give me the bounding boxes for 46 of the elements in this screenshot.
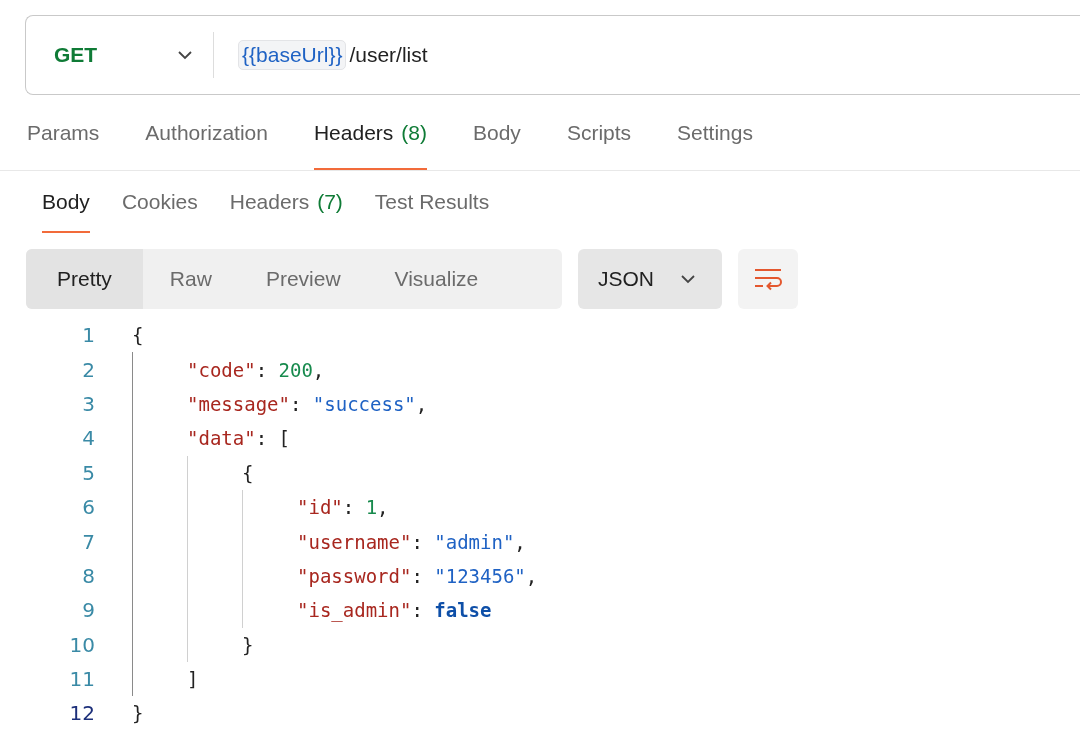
code-line: { xyxy=(132,324,144,347)
request-tab[interactable]: Headers (8) xyxy=(313,95,427,170)
code-line: } xyxy=(242,633,254,656)
request-tab[interactable]: Settings xyxy=(677,95,753,170)
line-number: 5 xyxy=(81,460,95,485)
line-number: 10 xyxy=(68,632,95,657)
request-tab[interactable]: Authorization xyxy=(145,95,268,170)
code-line: "data": [ xyxy=(187,427,290,450)
view-mode-tab[interactable]: Raw xyxy=(142,249,239,309)
line-number: 4 xyxy=(81,426,95,451)
response-tab[interactable]: Cookies xyxy=(121,171,198,233)
chevron-down-icon xyxy=(680,274,696,284)
wrap-lines-button[interactable] xyxy=(738,249,798,309)
code-line: "is_admin": false xyxy=(297,599,492,622)
code-line: "password": "123456", xyxy=(297,564,538,587)
line-number: 2 xyxy=(81,357,95,382)
chevron-down-icon xyxy=(177,50,193,60)
line-number: 8 xyxy=(81,563,95,588)
code-line: } xyxy=(132,702,144,725)
request-tab[interactable]: Params xyxy=(27,95,100,170)
code-line: { xyxy=(242,461,254,484)
line-number: 6 xyxy=(81,495,95,520)
format-dropdown[interactable]: JSON xyxy=(578,249,722,309)
url-variable[interactable]: {{baseUrl}} xyxy=(238,40,347,70)
view-mode-tab[interactable]: Pretty xyxy=(26,249,143,309)
view-mode-tab[interactable]: Preview xyxy=(238,249,368,309)
method-dropdown[interactable]: GET xyxy=(48,16,213,94)
line-number: 9 xyxy=(81,598,95,623)
line-number: 11 xyxy=(68,667,95,692)
request-tab[interactable]: Scripts xyxy=(566,95,632,170)
request-tab[interactable]: Body xyxy=(473,95,521,170)
code-line: ] xyxy=(187,668,199,691)
wrap-lines-icon xyxy=(753,267,783,291)
line-number: 3 xyxy=(81,391,95,416)
response-tab[interactable]: Test Results xyxy=(374,171,490,233)
response-tab[interactable]: Headers (7) xyxy=(229,171,343,233)
view-mode-tab[interactable]: Visualize xyxy=(367,249,506,309)
line-number: 1 xyxy=(81,323,95,348)
response-tab[interactable]: Body xyxy=(42,171,90,233)
code-line: "id": 1, xyxy=(297,496,389,519)
code-line: "code": 200, xyxy=(187,358,325,381)
url-path[interactable]: /user/list xyxy=(349,43,428,67)
line-number: 12 xyxy=(68,701,95,726)
code-line: "username": "admin", xyxy=(297,530,526,553)
code-line: "message": "success", xyxy=(187,392,428,415)
line-number: 7 xyxy=(81,529,95,554)
